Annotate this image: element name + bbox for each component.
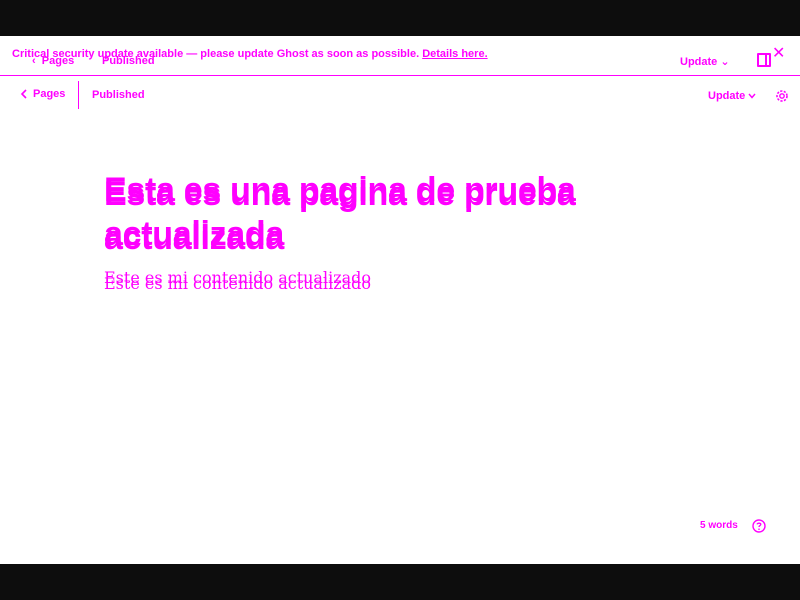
sidebar-toggle-icon[interactable] [757, 53, 771, 67]
banner-message: Critical security update available — ple… [12, 48, 420, 60]
ghost-layer: ‹ Pages Published Update ⌄ Esta es una p… [0, 36, 800, 564]
gear-icon[interactable] [774, 88, 790, 104]
ghost-update: Update ⌄ [680, 56, 730, 68]
back-to-pages-button[interactable]: Pages [20, 88, 65, 100]
help-icon[interactable] [752, 519, 766, 533]
update-label: Update [708, 90, 746, 102]
banner-divider [0, 75, 800, 76]
page-title[interactable]: Esta es una pagina de prueba actualizada [104, 172, 664, 260]
chevron-left-icon [20, 89, 27, 99]
word-count: 5 words [700, 520, 738, 531]
ghost-update-label: Update [680, 56, 718, 68]
toolbar-separator [78, 81, 79, 109]
close-icon[interactable]: ✕ [772, 46, 785, 62]
security-banner: Critical security update available — ple… [12, 48, 488, 60]
back-label: Pages [33, 88, 66, 100]
status-label: Published [92, 89, 145, 101]
chevron-down-icon [748, 93, 756, 99]
banner-details-link[interactable]: Details here. [422, 48, 487, 60]
page-body[interactable]: Este es mi contenido actualizado [104, 274, 371, 293]
update-button[interactable]: Update [708, 90, 756, 102]
app-frame: ‹ Pages Published Update ⌄ Esta es una p… [0, 36, 800, 564]
